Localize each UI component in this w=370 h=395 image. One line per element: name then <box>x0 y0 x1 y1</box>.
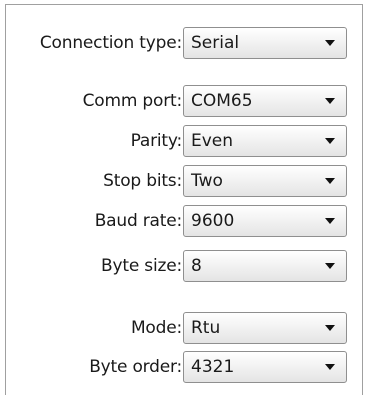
byte-size-label: Byte size: <box>101 256 182 276</box>
connection-type-row: Connection type: Serial <box>6 27 364 59</box>
connection-type-label: Connection type: <box>39 33 182 53</box>
mode-row: Mode: Rtu <box>6 312 364 344</box>
comm-port-value: COM65 <box>191 91 253 111</box>
byte-order-dropdown[interactable]: 4321 <box>183 351 347 383</box>
stop-bits-row: Stop bits: Two <box>6 165 364 197</box>
byte-size-row: Byte size: 8 <box>6 250 364 282</box>
parity-value: Even <box>191 131 234 151</box>
chevron-down-icon <box>325 138 335 144</box>
chevron-down-icon <box>325 263 335 269</box>
parity-dropdown[interactable]: Even <box>183 125 347 157</box>
mode-dropdown[interactable]: Rtu <box>183 312 347 344</box>
baud-rate-row: Baud rate: 9600 <box>6 205 364 237</box>
stop-bits-value: Two <box>191 171 223 191</box>
baud-rate-label: Baud rate: <box>94 211 183 231</box>
mode-value: Rtu <box>191 318 221 338</box>
comm-port-dropdown[interactable]: COM65 <box>183 85 347 117</box>
byte-size-dropdown[interactable]: 8 <box>183 250 347 282</box>
connection-settings-panel: Connection type: Serial Comm port: COM65… <box>5 4 363 395</box>
stop-bits-label: Stop bits: <box>103 171 182 191</box>
byte-order-label: Byte order: <box>89 357 182 377</box>
comm-port-label: Comm port: <box>82 91 183 111</box>
chevron-down-icon <box>325 364 335 370</box>
baud-rate-value: 9600 <box>191 211 235 231</box>
connection-type-dropdown[interactable]: Serial <box>183 27 347 59</box>
stop-bits-dropdown[interactable]: Two <box>183 165 347 197</box>
chevron-down-icon <box>325 40 335 46</box>
byte-order-row: Byte order: 4321 <box>6 351 364 383</box>
connection-type-value: Serial <box>191 33 240 53</box>
chevron-down-icon <box>325 178 335 184</box>
parity-label: Parity: <box>130 131 183 151</box>
parity-row: Parity: Even <box>6 125 364 157</box>
byte-order-value: 4321 <box>191 357 235 377</box>
baud-rate-dropdown[interactable]: 9600 <box>183 205 347 237</box>
chevron-down-icon <box>325 218 335 224</box>
chevron-down-icon <box>325 98 335 104</box>
chevron-down-icon <box>325 325 335 331</box>
byte-size-value: 8 <box>191 256 202 276</box>
mode-label: Mode: <box>130 318 182 338</box>
comm-port-row: Comm port: COM65 <box>6 85 364 117</box>
